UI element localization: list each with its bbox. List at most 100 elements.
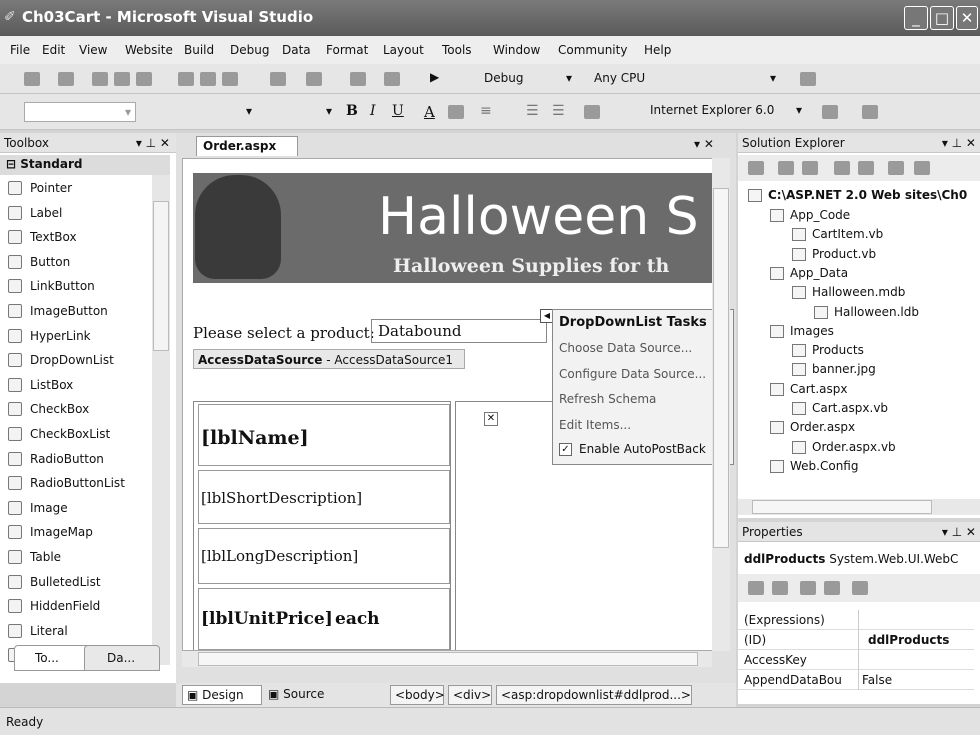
font-name-select[interactable]: ▾: [146, 102, 256, 122]
refresh-schema-link[interactable]: Refresh Schema: [559, 392, 656, 406]
hyperlink-toolbar-icon[interactable]: [584, 105, 600, 119]
menu-community[interactable]: Community: [558, 43, 627, 57]
navigate-forward-icon[interactable]: [384, 72, 400, 86]
menu-data[interactable]: Data: [282, 43, 311, 57]
undo-icon[interactable]: [270, 72, 286, 86]
toolbox-item-checkboxlist[interactable]: CheckBoxList: [4, 422, 164, 446]
underline-icon[interactable]: U: [392, 103, 404, 119]
editor-vscrollbar[interactable]: [712, 158, 730, 651]
toolbox-item-table[interactable]: Table: [4, 545, 164, 569]
add-item-icon[interactable]: [58, 72, 74, 86]
minimize-button[interactable]: _: [904, 6, 928, 30]
toolbox-item-label[interactable]: Label: [4, 201, 164, 225]
property-row[interactable]: AccessKey: [738, 650, 974, 670]
solution-explorer-controls[interactable]: ▾ ⊥ ✕: [942, 136, 976, 150]
target-browser-select[interactable]: Internet Explorer 6.0 ▾: [646, 101, 806, 121]
find-icon[interactable]: [800, 72, 816, 86]
menu-website[interactable]: Website: [125, 43, 173, 57]
view-code-icon[interactable]: [834, 161, 850, 175]
choose-data-source-link[interactable]: Choose Data Source...: [559, 341, 692, 355]
validation-icon[interactable]: [822, 105, 838, 119]
close-button[interactable]: ✕: [956, 6, 978, 30]
toolbox-item-button[interactable]: Button: [4, 250, 164, 274]
events-icon[interactable]: [824, 581, 840, 595]
toolbox-item-textbox[interactable]: TextBox: [4, 225, 164, 249]
toolbox-item-imagemap[interactable]: ImageMap: [4, 520, 164, 544]
autopostback-checkbox[interactable]: ✓: [559, 443, 572, 456]
property-value[interactable]: False: [862, 673, 892, 687]
menu-edit[interactable]: Edit: [42, 43, 65, 57]
menu-format[interactable]: Format: [326, 43, 368, 57]
numbered-list-icon[interactable]: ☰: [526, 103, 539, 119]
toolbox-item-imagebutton[interactable]: ImageButton: [4, 299, 164, 323]
toolbox-item-bulletedlist[interactable]: BulletedList: [4, 570, 164, 594]
font-size-select[interactable]: ▾: [266, 102, 336, 122]
tag-body[interactable]: <body>: [390, 685, 445, 705]
toolbox-scroll-thumb[interactable]: [153, 201, 169, 351]
design-tab[interactable]: ▣ Design: [182, 685, 262, 705]
menu-window[interactable]: Window: [493, 43, 540, 57]
access-data-source[interactable]: AccessDataSource - AccessDataSource1: [193, 349, 465, 369]
editor-hscrollbar[interactable]: [182, 651, 712, 667]
tag-div[interactable]: <div>: [448, 685, 492, 705]
toolbox-scrollbar[interactable]: [152, 175, 170, 665]
copy-website-icon[interactable]: [888, 161, 904, 175]
property-row[interactable]: (Expressions): [738, 610, 974, 630]
properties-view-icon[interactable]: [800, 581, 816, 595]
highlight-icon[interactable]: [448, 105, 464, 119]
toolbox-item-literal[interactable]: Literal: [4, 619, 164, 643]
paste-icon[interactable]: [222, 72, 238, 86]
solution-hscrollbar[interactable]: [738, 499, 980, 515]
menu-view[interactable]: View: [79, 43, 107, 57]
italic-icon[interactable]: I: [370, 103, 376, 119]
toolbox-item-radiobuttonlist[interactable]: RadioButtonList: [4, 471, 164, 495]
configure-data-source-link[interactable]: Configure Data Source...: [559, 367, 706, 381]
toolbox-item-radiobutton[interactable]: RadioButton: [4, 447, 164, 471]
editor-hscroll-thumb[interactable]: [198, 652, 698, 666]
view-designer-icon[interactable]: [858, 161, 874, 175]
refresh-icon[interactable]: [778, 161, 794, 175]
asp-config-icon[interactable]: [914, 161, 930, 175]
solution-config-select[interactable]: Debug ▾: [480, 69, 576, 89]
toolbox-item-checkbox[interactable]: CheckBox: [4, 397, 164, 421]
ddl-products[interactable]: Databound: [371, 319, 547, 343]
tab-order-aspx[interactable]: Order.aspx: [196, 136, 298, 156]
properties-controls[interactable]: ▾ ⊥ ✕: [942, 525, 976, 539]
save-all-icon[interactable]: [136, 72, 152, 86]
font-color-icon[interactable]: A: [424, 103, 435, 121]
categorized-icon[interactable]: [748, 581, 764, 595]
bulleted-list-icon[interactable]: ☰: [552, 103, 565, 119]
property-value[interactable]: ddlProducts: [868, 633, 949, 647]
toolbox-item-image[interactable]: Image: [4, 496, 164, 520]
broken-image-icon[interactable]: ✕: [484, 412, 498, 426]
save-icon[interactable]: [114, 72, 130, 86]
accessibility-icon[interactable]: [862, 105, 878, 119]
tag-dropdownlist[interactable]: <asp:dropdownlist#ddlprod...>: [496, 685, 692, 705]
alphabetical-icon[interactable]: [772, 581, 788, 595]
redo-icon[interactable]: [306, 72, 322, 86]
database-explorer-tab[interactable]: Da...: [84, 645, 160, 671]
property-row[interactable]: (ID) ddlProducts: [738, 630, 974, 650]
start-debugging-icon[interactable]: ▶: [430, 70, 439, 84]
nest-files-icon[interactable]: [802, 161, 818, 175]
menu-layout[interactable]: Layout: [383, 43, 424, 57]
source-tab[interactable]: ▣ Source: [268, 687, 324, 701]
menu-tools[interactable]: Tools: [442, 43, 472, 57]
open-icon[interactable]: [92, 72, 108, 86]
property-row[interactable]: AppendDataBou False: [738, 670, 974, 690]
navigate-icon[interactable]: [350, 72, 366, 86]
toolbox-item-dropdownlist[interactable]: DropDownList: [4, 348, 164, 372]
menu-help[interactable]: Help: [644, 43, 671, 57]
toolbox-controls[interactable]: ▾ ⊥ ✕: [136, 136, 170, 150]
menu-build[interactable]: Build: [184, 43, 214, 57]
bold-icon[interactable]: B: [346, 103, 358, 119]
toolbox-item-pointer[interactable]: Pointer: [4, 176, 164, 200]
edit-items-link[interactable]: Edit Items...: [559, 418, 631, 432]
lbl-name[interactable]: [lblName]: [201, 427, 309, 449]
lbl-unit-price[interactable]: [lblUnitPrice]: [201, 609, 333, 629]
toolbox-item-listbox[interactable]: ListBox: [4, 373, 164, 397]
solution-hscroll-thumb[interactable]: [752, 500, 932, 514]
toolbox-group-standard[interactable]: ⊟ Standard: [0, 155, 170, 175]
toolbox-item-hiddenfield[interactable]: HiddenField: [4, 594, 164, 618]
toolbox-item-hyperlink[interactable]: HyperLink: [4, 324, 164, 348]
